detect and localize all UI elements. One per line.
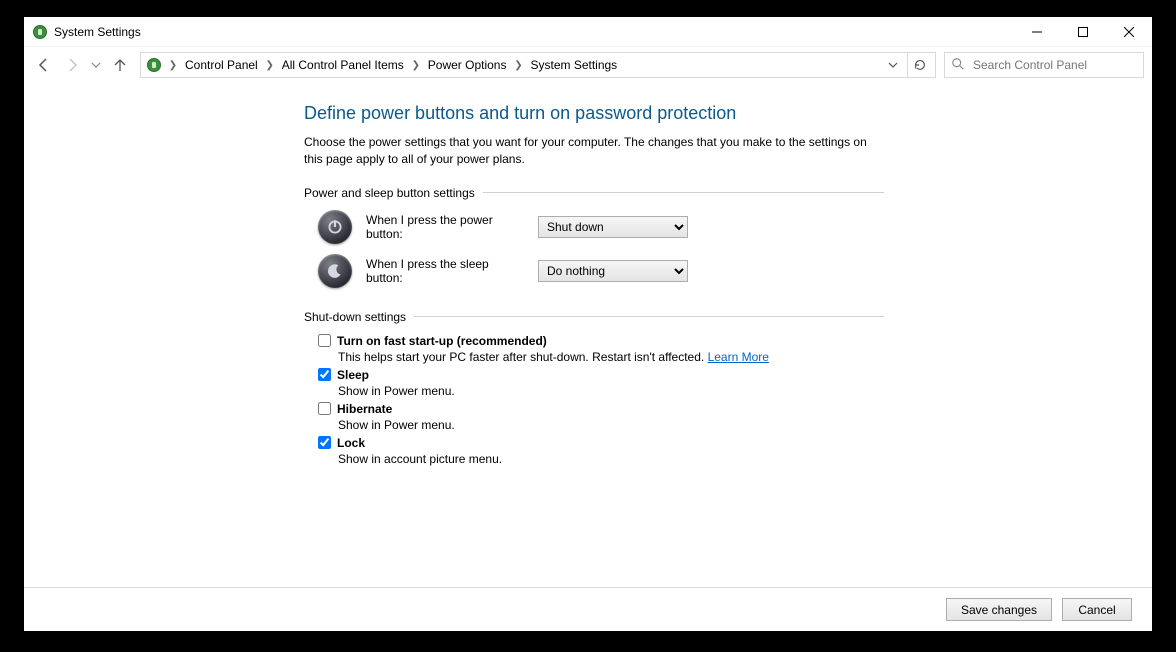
back-button[interactable] [32,53,56,77]
titlebar: System Settings [24,17,1152,47]
section-shutdown: Shut-down settings [304,310,884,324]
sleep-icon [318,254,352,288]
hibernate-checkbox-label: Hibernate [337,402,392,416]
up-button[interactable] [108,53,132,77]
power-button-label: When I press the power button: [366,213,524,241]
chevron-right-icon[interactable]: ❯ [410,60,422,71]
refresh-button[interactable] [907,53,931,77]
fast-startup-item: Turn on fast start-up (recommended) This… [318,334,884,364]
footer: Save changes Cancel [24,587,1152,631]
address-history-dropdown[interactable] [881,53,905,77]
fast-startup-checkbox[interactable] [318,334,331,347]
power-button-row: When I press the power button: Shut down [318,210,884,244]
breadcrumb-item[interactable]: System Settings [526,53,621,77]
lock-checkbox[interactable] [318,436,331,449]
sleep-item: Sleep Show in Power menu. [318,368,884,398]
recent-dropdown[interactable] [88,53,104,77]
breadcrumb-item[interactable]: All Control Panel Items [278,53,408,77]
section-rule [414,316,884,317]
lock-checkbox-label: Lock [337,436,365,450]
power-button-select[interactable]: Shut down [538,216,688,238]
sleep-checkbox-desc: Show in Power menu. [338,384,884,398]
close-button[interactable] [1106,17,1152,46]
power-icon [318,210,352,244]
window: System Settings [24,17,1152,631]
fast-startup-label: Turn on fast start-up (recommended) [337,334,547,348]
window-title: System Settings [54,25,141,39]
section-label: Power and sleep button settings [304,186,475,200]
sleep-button-select[interactable]: Do nothing [538,260,688,282]
window-controls [1014,17,1152,46]
search-icon [951,57,965,74]
sleep-button-label: When I press the sleep button: [366,257,524,285]
content-area: Define power buttons and turn on passwor… [24,83,1152,587]
breadcrumb-item[interactable]: Control Panel [181,53,262,77]
lock-checkbox-desc: Show in account picture menu. [338,452,884,466]
hibernate-item: Hibernate Show in Power menu. [318,402,884,432]
sleep-button-row: When I press the sleep button: Do nothin… [318,254,884,288]
app-icon [32,24,48,40]
chevron-right-icon[interactable]: ❯ [512,60,524,71]
chevron-right-icon[interactable]: ❯ [167,60,179,71]
section-label: Shut-down settings [304,310,406,324]
hibernate-checkbox[interactable] [318,402,331,415]
page-heading: Define power buttons and turn on passwor… [304,103,884,124]
search-input[interactable] [971,57,1137,73]
minimize-button[interactable] [1014,17,1060,46]
chevron-right-icon[interactable]: ❯ [264,60,276,71]
save-button[interactable]: Save changes [946,598,1052,621]
sleep-checkbox-label: Sleep [337,368,369,382]
page-description: Choose the power settings that you want … [304,134,884,168]
maximize-button[interactable] [1060,17,1106,46]
search-box[interactable] [944,52,1144,78]
address-icon [145,56,163,74]
address-bar[interactable]: ❯ Control Panel ❯ All Control Panel Item… [140,52,936,78]
learn-more-link[interactable]: Learn More [708,350,769,364]
cancel-button[interactable]: Cancel [1062,598,1132,621]
lock-item: Lock Show in account picture menu. [318,436,884,466]
section-power-sleep: Power and sleep button settings [304,186,884,200]
section-rule [483,192,884,193]
breadcrumb-item[interactable]: Power Options [424,53,511,77]
hibernate-checkbox-desc: Show in Power menu. [338,418,884,432]
toolbar: ❯ Control Panel ❯ All Control Panel Item… [24,47,1152,83]
fast-startup-desc: This helps start your PC faster after sh… [338,350,884,364]
sleep-checkbox[interactable] [318,368,331,381]
forward-button[interactable] [60,53,84,77]
